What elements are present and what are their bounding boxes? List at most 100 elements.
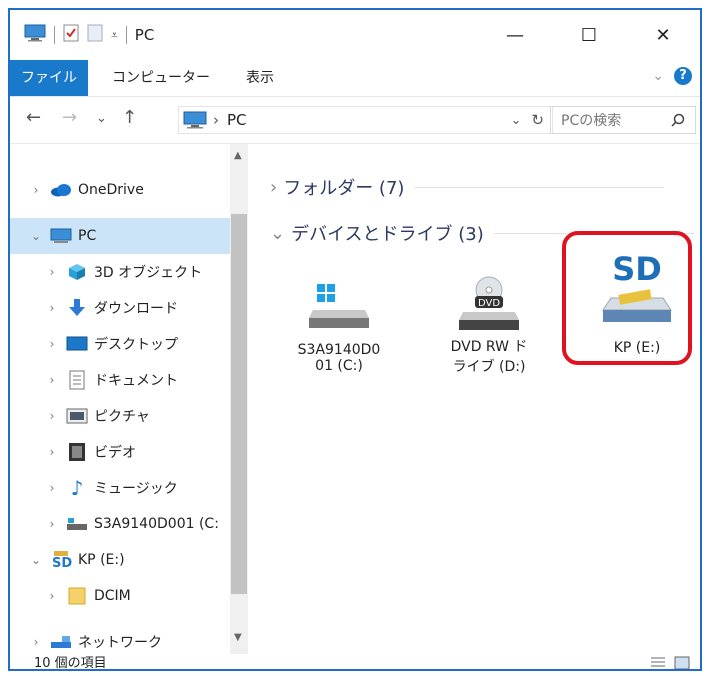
pictures-icon (66, 407, 88, 425)
folder-icon (66, 587, 88, 605)
forward-button[interactable]: → (62, 107, 77, 128)
expand-chevron-icon[interactable]: › (44, 409, 60, 423)
network-icon (50, 633, 72, 651)
tree-item-label: ピクチャ (94, 409, 150, 425)
tree-item-label: PC (78, 228, 97, 244)
collapse-chevron-icon[interactable]: ⌄ (270, 223, 285, 244)
collapse-chevron-icon[interactable]: ⌄ (28, 229, 44, 243)
windows-drive-icon (284, 272, 394, 332)
search-placeholder: PCの検索 (561, 113, 622, 129)
customize-toolbar-icon[interactable]: ⩡ (111, 28, 118, 43)
separator (54, 26, 55, 44)
tree-item-label: S3A9140D001 (C: (94, 516, 219, 532)
properties-icon[interactable] (63, 24, 79, 46)
tree-item-label: ビデオ (94, 445, 136, 461)
expand-chevron-icon[interactable]: › (44, 301, 60, 315)
help-icon[interactable]: ? (674, 67, 692, 85)
computer-icon[interactable] (24, 24, 46, 46)
search-input[interactable]: PCの検索 (550, 106, 696, 134)
tree-item-pictures[interactable]: › ピクチャ (10, 398, 230, 434)
dvd-drive-icon: DVD (434, 272, 544, 332)
navigation-bar: ← → ⌄ ↑ › PC ⌄ ↻ PCの検索 (10, 97, 700, 144)
expand-chevron-icon[interactable]: › (44, 445, 60, 459)
scroll-up-icon[interactable]: ▲ (234, 150, 242, 161)
vertical-scrollbar[interactable]: ▲ ▼ (230, 144, 248, 654)
tree-item-kp-e[interactable]: ⌄ SD KP (E:) (10, 542, 230, 578)
expand-chevron-icon[interactable]: › (270, 177, 277, 198)
expand-chevron-icon[interactable]: › (44, 481, 60, 495)
dvd-badge: DVD (478, 298, 500, 309)
drive-icon (66, 515, 88, 533)
title-bar: ⩡ PC — ☐ ✕ (10, 10, 700, 60)
window-controls: — ☐ ✕ (478, 10, 700, 60)
address-path[interactable]: PC (227, 111, 247, 129)
tree-item-label: ドキュメント (94, 373, 178, 389)
expand-chevron-icon[interactable]: › (44, 517, 60, 531)
tree-item-documents[interactable]: › ドキュメント (10, 362, 230, 398)
tree-item-music[interactable]: › ♪ ミュージック (10, 470, 230, 506)
address-bar[interactable]: › PC ⌄ ↻ (178, 106, 553, 134)
drive-label: DVD RW ド ライブ (D:) (450, 339, 528, 375)
video-icon (66, 443, 88, 461)
expand-chevron-icon[interactable]: › (44, 589, 60, 603)
ribbon-right: ⌄ ? (652, 67, 692, 85)
details-view-icon[interactable] (650, 656, 666, 669)
tree-item-label: DCIM (94, 588, 131, 604)
tree-item-dcim[interactable]: › DCIM (10, 578, 230, 614)
maximize-button[interactable]: ☐ (552, 10, 626, 60)
expand-ribbon-icon[interactable]: ⌄ (652, 68, 664, 84)
tree-item-drive-c[interactable]: › S3A9140D001 (C: (10, 506, 230, 542)
close-button[interactable]: ✕ (626, 10, 700, 60)
tree-item-downloads[interactable]: › ダウンロード (10, 290, 230, 326)
expand-chevron-icon[interactable]: › (28, 635, 44, 649)
tree-item-network[interactable]: › ネットワーク (10, 630, 230, 654)
music-icon: ♪ (70, 476, 84, 500)
documents-icon (66, 370, 88, 390)
desktop-icon (66, 335, 88, 353)
status-bar: 10 個の項目 (10, 654, 700, 671)
expand-chevron-icon[interactable]: › (44, 373, 60, 387)
up-button[interactable]: ↑ (122, 107, 137, 128)
recent-locations-button[interactable]: ⌄ (96, 111, 107, 126)
tree-item-label: 3D オブジェクト (94, 265, 203, 281)
group-divider (414, 186, 665, 188)
tree-item-onedrive[interactable]: › OneDrive (10, 172, 230, 208)
scroll-down-icon[interactable]: ▼ (234, 632, 242, 643)
refresh-icon[interactable]: ↻ (531, 111, 544, 129)
expand-chevron-icon[interactable]: › (44, 337, 60, 351)
new-folder-icon[interactable] (87, 24, 103, 46)
drive-item-d[interactable]: DVD DVD RW ド ライブ (D:) (434, 272, 544, 376)
tree-item-pc[interactable]: ⌄ PC (10, 218, 230, 254)
expand-chevron-icon[interactable]: › (44, 265, 60, 279)
expand-chevron-icon[interactable]: › (28, 183, 44, 197)
tab-computer[interactable]: コンピューター (112, 60, 210, 96)
tab-view[interactable]: 表示 (246, 60, 274, 96)
item-count: 10 個の項目 (34, 656, 107, 671)
group-folders[interactable]: › フォルダー (7) (270, 174, 665, 200)
address-dropdown-icon[interactable]: ⌄ (511, 113, 522, 128)
collapse-chevron-icon[interactable]: ⌄ (28, 553, 44, 567)
scroll-thumb[interactable] (231, 214, 247, 594)
tab-file[interactable]: ファイル (10, 60, 88, 96)
tree-item-label: ネットワーク (78, 635, 162, 651)
tree-item-label: KP (E:) (78, 552, 125, 568)
drive-label: S3A9140D0 01 (C:) (297, 342, 381, 374)
tree-item-desktop[interactable]: › デスクトップ (10, 326, 230, 362)
download-icon (66, 299, 88, 317)
tree-item-label: ミュージック (94, 481, 178, 497)
minimize-button[interactable]: — (478, 10, 552, 60)
explorer-window: ⩡ PC — ☐ ✕ ファイル コンピューター 表示 ⌄ ? ← → ⌄ ↑ ›… (8, 8, 702, 671)
path-separator: › (213, 111, 219, 129)
back-button[interactable]: ← (26, 107, 41, 128)
group-folders-label: フォルダー (7) (283, 178, 405, 199)
drive-item-c[interactable]: S3A9140D0 01 (C:) (284, 272, 394, 374)
cloud-icon (50, 181, 72, 199)
tree-item-3d-objects[interactable]: › 3D オブジェクト (10, 254, 230, 290)
search-icon[interactable] (671, 113, 685, 127)
separator (125, 26, 127, 44)
tree-item-videos[interactable]: › ビデオ (10, 434, 230, 470)
content-pane: › フォルダー (7) ⌄ デバイスとドライブ (3) S3A9140D0 01… (262, 144, 700, 654)
computer-icon (183, 111, 207, 129)
computer-icon (50, 227, 72, 245)
large-icons-view-icon[interactable] (674, 656, 690, 669)
